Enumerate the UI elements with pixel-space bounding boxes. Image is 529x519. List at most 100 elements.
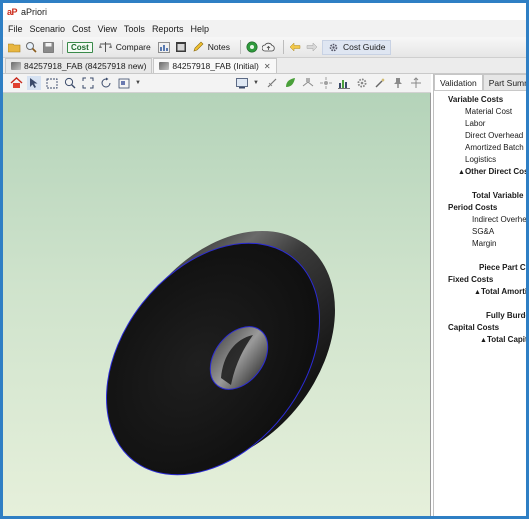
compare-button[interactable]: Compare (116, 42, 151, 52)
cost-tree-row[interactable]: Total Variable C (434, 190, 526, 202)
notes-pencil-icon[interactable] (191, 40, 205, 54)
tab-label: 84257918_FAB (84257918 new) (24, 61, 147, 71)
menu-cost[interactable]: Cost (72, 24, 91, 34)
cost-tree-row[interactable]: ▲Other Direct Cos (434, 166, 526, 178)
cost-tree-row[interactable]: Piece Part Co (434, 262, 526, 274)
chevron-down-icon[interactable]: ▼ (135, 76, 141, 90)
select-arrow-icon[interactable] (27, 76, 41, 90)
toolbar-divider (239, 40, 241, 54)
zoom-icon[interactable] (63, 76, 77, 90)
explode-icon[interactable] (319, 76, 333, 90)
cost-tree-row[interactable]: Amortized Batch S (434, 142, 526, 154)
cost-tree-row[interactable] (434, 178, 526, 190)
cost-tree-label: Logistics (465, 155, 497, 164)
tab-scenario-new[interactable]: 84257918_FAB (84257918 new) (5, 58, 153, 73)
clipboard-icon[interactable] (174, 40, 188, 54)
viewer-tools-right: ▼ (235, 76, 427, 90)
cost-tree-row[interactable]: Margin (434, 238, 526, 250)
arrow-back-icon[interactable] (288, 40, 302, 54)
app-logo: aP (7, 6, 18, 17)
menu-tools[interactable]: Tools (124, 24, 145, 34)
cost-tree-label: Period Costs (448, 203, 498, 212)
cost-tree-row[interactable]: Period Costs (434, 202, 526, 214)
measure-icon[interactable] (265, 76, 279, 90)
pin-icon[interactable] (391, 76, 405, 90)
cost-tree-row[interactable]: Fixed Costs (434, 274, 526, 286)
cost-summary-panel: Validation Part Summ Variable Costs Mater… (433, 74, 526, 516)
cost-tree-row[interactable]: Indirect Overhea (434, 214, 526, 226)
cost-button[interactable]: Cost (67, 41, 93, 53)
cost-tree-row[interactable]: Material Cost (434, 106, 526, 118)
cost-tree-label: Fixed Costs (448, 275, 494, 284)
settings-gear-icon[interactable] (355, 76, 369, 90)
tab-part-summary[interactable]: Part Summ (482, 74, 526, 90)
3d-viewport[interactable] (3, 93, 431, 519)
cost-tree-label: Indirect Overhea (472, 215, 526, 224)
cost-tree-row[interactable]: Variable Costs (434, 94, 526, 106)
report-icon[interactable] (157, 40, 171, 54)
cost-tree: Variable Costs Material Cost Labor Direct O… (434, 91, 526, 346)
display-mode-icon[interactable] (235, 76, 249, 90)
close-icon[interactable]: ✕ (264, 62, 271, 71)
box-select-icon[interactable] (45, 76, 59, 90)
cloud-upload-icon[interactable] (262, 40, 276, 54)
fit-view-icon[interactable] (81, 76, 95, 90)
cost-tree-label: Margin (472, 239, 497, 248)
tab-scenario-initial[interactable]: 84257918_FAB (Initial) ✕ (153, 58, 277, 73)
tab-validation[interactable]: Validation (434, 74, 483, 90)
cost-tree-label: Direct Overhead (465, 131, 524, 140)
feature-leaf-icon[interactable] (283, 76, 297, 90)
cost-tree-label: Labor (465, 119, 486, 128)
cost-tree-label: Other Direct Cos (464, 167, 526, 176)
toolbar-divider (282, 40, 284, 54)
cost-tree-row[interactable]: Capital Costs (434, 322, 526, 334)
menu-reports[interactable]: Reports (152, 24, 184, 34)
cost-tree-row[interactable]: Labor (434, 118, 526, 130)
scenario-tab-bar: 84257918_FAB (84257918 new) 84257918_FAB… (3, 58, 526, 74)
notes-button[interactable]: Notes (208, 42, 230, 52)
panel-tab-bar: Validation Part Summ (434, 74, 526, 91)
cost-tree-row[interactable]: Logistics (434, 154, 526, 166)
menu-view[interactable]: View (98, 24, 117, 34)
part-model[interactable] (3, 93, 431, 519)
cost-tree-row[interactable]: Direct Overhead (434, 130, 526, 142)
cost-tree-row[interactable]: ▲Total Amorti (434, 286, 526, 298)
view-orientation-icon[interactable] (117, 76, 131, 90)
viewer-toolbar: ▼ ▼ (3, 74, 431, 93)
gear-icon (327, 40, 341, 54)
menu-bar: File Scenario Cost View Tools Reports He… (3, 20, 526, 37)
cost-tree-label: Total Amorti (480, 287, 526, 296)
save-icon[interactable] (41, 40, 55, 54)
expand-icon[interactable]: ▲ (480, 337, 487, 344)
cost-tree-row[interactable]: ▲Total Capita (434, 334, 526, 346)
cost-tree-row[interactable] (434, 298, 526, 310)
cost-guide-button[interactable]: Cost Guide (321, 39, 391, 55)
cost-tree-label: Capital Costs (448, 323, 500, 332)
cost-tree-label: SG&A (472, 227, 495, 236)
cost-tree-row[interactable] (434, 250, 526, 262)
search-icon[interactable] (24, 40, 38, 54)
expand-icon[interactable]: ▲ (458, 169, 465, 176)
rotate-icon[interactable] (99, 76, 113, 90)
cost-tree-label: Variable Costs (448, 95, 504, 104)
cost-tree-row[interactable]: Fully Burde (434, 310, 526, 322)
axis-icon[interactable] (409, 76, 423, 90)
menu-file[interactable]: File (8, 24, 23, 34)
chevron-down-icon[interactable]: ▼ (253, 76, 259, 90)
home-icon[interactable] (9, 76, 23, 90)
section-icon[interactable] (301, 76, 315, 90)
expand-icon[interactable]: ▲ (474, 289, 481, 296)
part-icon (11, 62, 21, 70)
bar-chart-icon[interactable] (337, 76, 351, 90)
cost-tree-label: Piece Part Co (479, 263, 526, 272)
publish-green-icon[interactable] (245, 40, 259, 54)
wand-icon[interactable] (373, 76, 387, 90)
cost-tree-label: Total Capita (486, 335, 526, 344)
menu-help[interactable]: Help (190, 24, 209, 34)
compare-scale-icon[interactable] (99, 40, 113, 54)
arrow-forward-icon[interactable] (305, 40, 319, 54)
open-folder-icon[interactable] (7, 40, 21, 54)
menu-scenario[interactable]: Scenario (30, 24, 66, 34)
window-title: aPriori (21, 6, 48, 17)
cost-tree-row[interactable]: SG&A (434, 226, 526, 238)
